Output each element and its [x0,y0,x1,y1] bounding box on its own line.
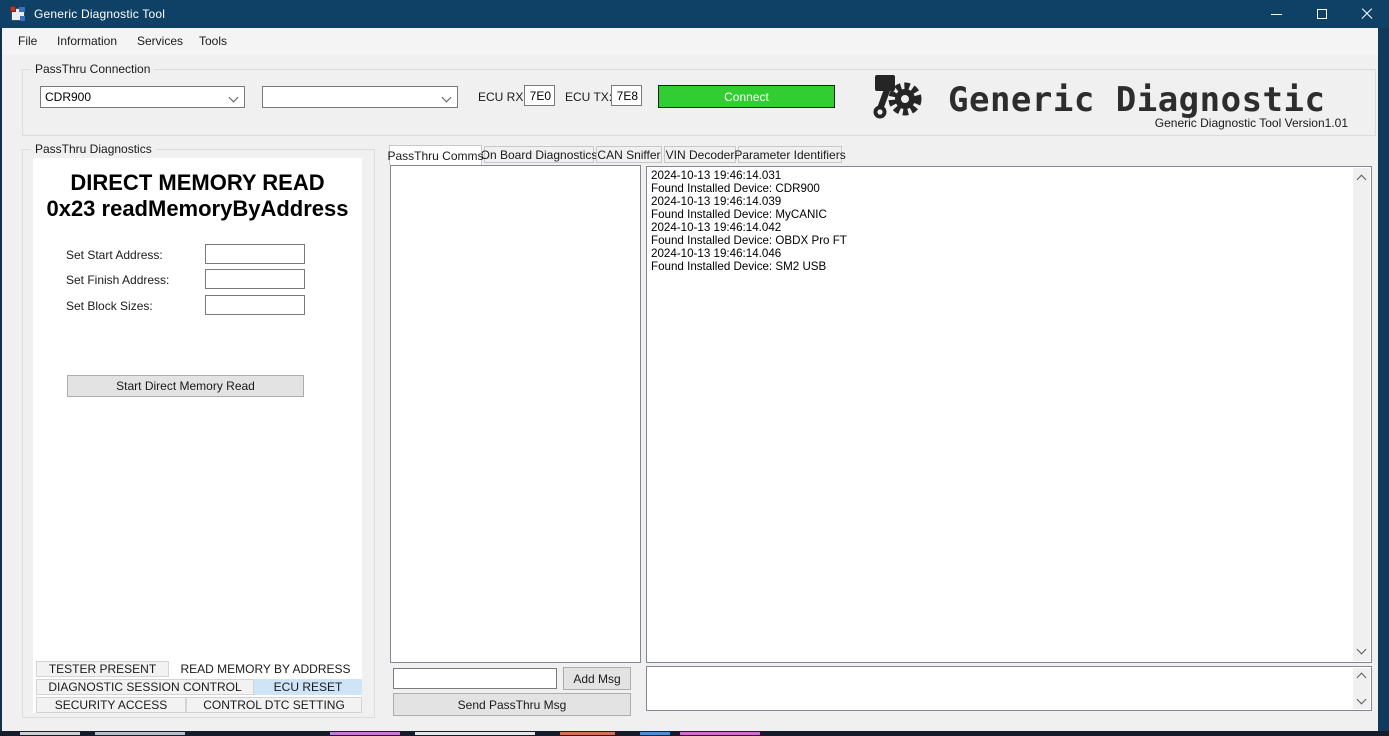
scroll-up-icon[interactable] [1357,673,1367,683]
menu-tools[interactable]: Tools [197,28,229,55]
log-line: Found Installed Device: OBDX Pro FT [651,234,1351,247]
passthru-diagnostics-label: PassThru Diagnostics [31,142,156,156]
ecu-tx-field[interactable] [611,85,642,106]
log-line: 2024-10-13 19:46:14.046 [651,247,1351,260]
gear-piston-icon [872,72,924,124]
brand-title: Generic Diagnostic [948,80,1325,120]
close-button[interactable] [1344,0,1389,28]
log-line: 2024-10-13 19:46:14.039 [651,195,1351,208]
code-fragment [330,732,400,735]
channel-select[interactable] [262,86,458,108]
code-fragment [560,732,615,735]
close-icon [1361,8,1373,20]
service-diagnostic-session-control[interactable]: DIAGNOSTIC SESSION CONTROL [36,679,254,695]
menu-file[interactable]: File [16,28,39,55]
log-line: 2024-10-13 19:46:14.031 [651,169,1351,182]
screen: Generic Diagnostic Tool File Information… [0,0,1389,736]
diagnostics-heading-line2: 0x23 readMemoryByAddress [33,196,362,222]
outgoing-message-box[interactable] [646,666,1372,711]
log-lines: 2024-10-13 19:46:14.031 Found Installed … [651,169,1351,273]
background-code-strip [0,731,1389,736]
comms-log[interactable]: 2024-10-13 19:46:14.031 Found Installed … [646,166,1372,663]
log-line: Found Installed Device: SM2 USB [651,260,1351,273]
service-control-dtc-setting[interactable]: CONTROL DTC SETTING [186,697,362,713]
log-line: Found Installed Device: MyCANIC [651,208,1351,221]
ecu-rx-label: ECU RX: [478,90,527,104]
app-icon [10,6,26,22]
tab-on-board-diagnostics[interactable]: On Board Diagnostics [484,146,594,163]
block-sizes-field[interactable] [205,295,305,315]
start-address-label: Set Start Address: [66,248,163,262]
maximize-icon [1317,9,1327,19]
background-window-strip [1378,28,1389,731]
device-select-value: CDR900 [45,90,91,104]
brand-version: Generic Diagnostic Tool Version1.01 [1155,116,1348,130]
menu-information[interactable]: Information [55,28,119,55]
chevron-down-icon [442,93,452,103]
minimize-icon [1271,14,1282,15]
ecu-rx-field[interactable] [524,85,555,106]
finish-address-label: Set Finish Address: [66,273,169,287]
log-scrollbar[interactable] [1353,168,1370,661]
code-fragment [415,732,535,735]
window-edge-left [0,28,2,731]
menu-bar: File Information Services Tools [2,28,1378,55]
code-fragment [640,732,670,735]
block-sizes-label: Set Block Sizes: [66,299,153,313]
code-fragment [680,732,760,735]
tab-parameter-identifiers[interactable]: Parameter Identifiers [738,146,842,163]
add-msg-button[interactable]: Add Msg [563,667,631,690]
log-line: 2024-10-13 19:46:14.042 [651,221,1351,234]
service-ecu-reset[interactable]: ECU RESET [254,679,362,695]
maximize-button[interactable] [1299,0,1344,28]
tab-vin-decoder[interactable]: VIN Decoder [664,146,736,163]
scroll-up-icon[interactable] [1357,175,1367,185]
start-address-field[interactable] [205,244,305,264]
menu-services[interactable]: Services [135,28,185,55]
tab-can-sniffer[interactable]: CAN Sniffer [596,146,662,163]
scroll-down-icon[interactable] [1357,645,1367,655]
send-passthru-msg-button[interactable]: Send PassThru Msg [393,693,631,716]
minimize-button[interactable] [1254,0,1299,28]
service-tester-present[interactable]: TESTER PRESENT [36,661,169,677]
device-select[interactable]: CDR900 [40,86,245,108]
tab-passthru-comms[interactable]: PassThru Comms [389,145,482,165]
log-line: Found Installed Device: CDR900 [651,182,1351,195]
diagnostics-heading-line1: DIRECT MEMORY READ [33,170,362,196]
message-input[interactable] [393,668,557,689]
finish-address-field[interactable] [205,269,305,289]
service-read-memory-by-address[interactable]: READ MEMORY BY ADDRESS [169,661,362,677]
passthru-connection-label: PassThru Connection [31,62,154,76]
code-fragment [20,732,80,735]
message-listbox[interactable] [390,165,641,663]
scroll-down-icon[interactable] [1357,695,1367,705]
window-title: Generic Diagnostic Tool [34,7,165,21]
start-direct-memory-read-button[interactable]: Start Direct Memory Read [67,375,304,397]
chevron-down-icon [229,93,239,103]
ecu-tx-label: ECU TX: [565,90,612,104]
code-fragment [95,732,185,735]
diagnostics-panel: DIRECT MEMORY READ 0x23 readMemoryByAddr… [33,158,362,713]
service-security-access[interactable]: SECURITY ACCESS [36,697,186,713]
outbox-scrollbar[interactable] [1353,668,1370,709]
title-bar: Generic Diagnostic Tool [0,0,1389,28]
connect-button[interactable]: Connect [658,85,835,108]
